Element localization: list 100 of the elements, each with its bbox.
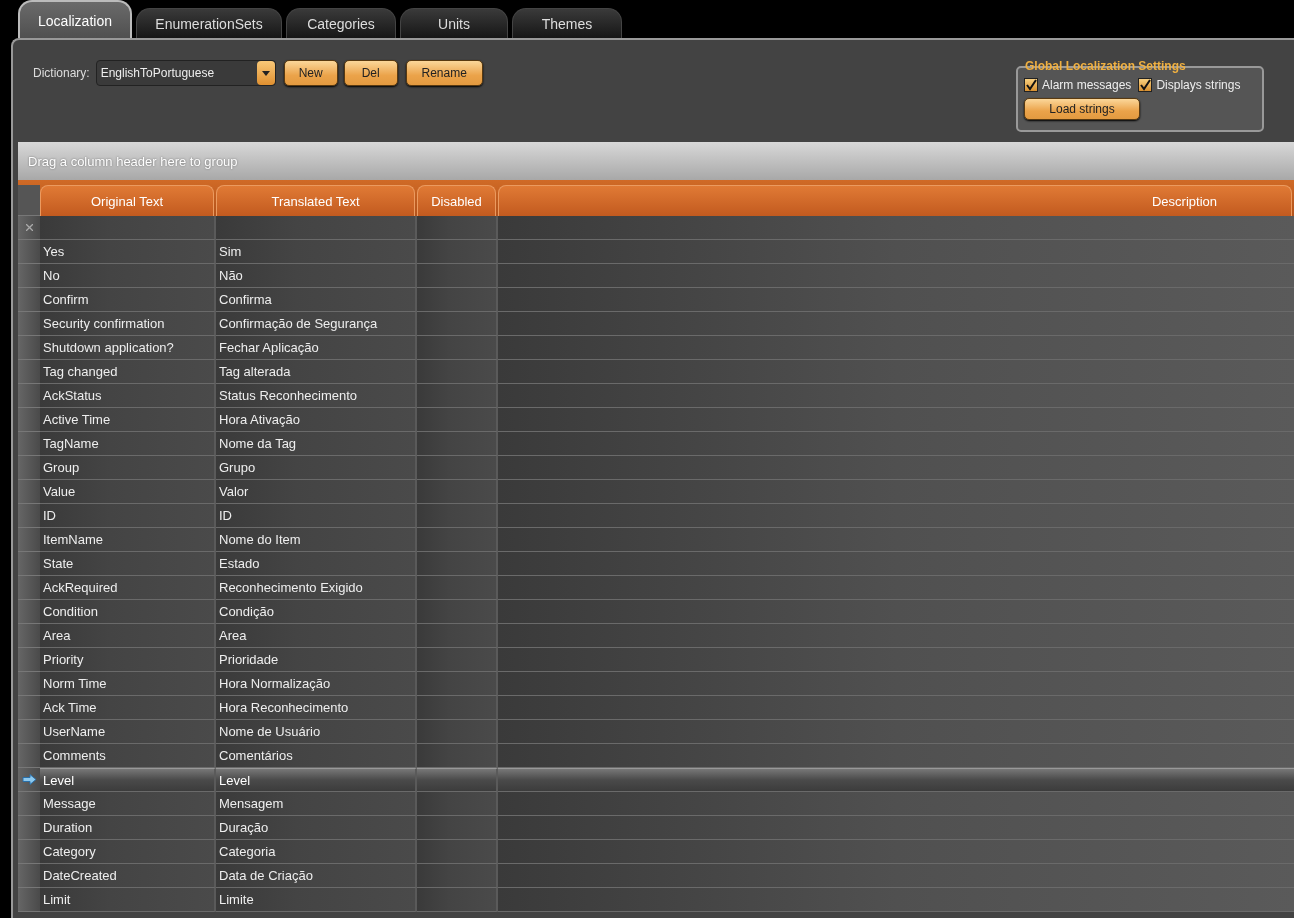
dictionary-dropdown[interactable]: EnglishToPortuguese bbox=[95, 60, 276, 86]
row-header[interactable] bbox=[18, 288, 40, 312]
table-cell: Shutdown application? bbox=[40, 336, 216, 360]
row-header[interactable] bbox=[18, 360, 40, 384]
row-header[interactable] bbox=[18, 672, 40, 696]
table-cell: Nome do Item bbox=[216, 528, 417, 552]
table-cell: Group bbox=[40, 456, 216, 480]
row-header[interactable] bbox=[18, 528, 40, 552]
selected-row[interactable]: Level Level bbox=[18, 768, 1294, 792]
current-row-arrow-icon bbox=[21, 774, 37, 785]
table-cell: Nome da Tag bbox=[216, 432, 417, 456]
table-cell: Hora Normalização bbox=[216, 672, 417, 696]
row-header[interactable] bbox=[18, 312, 40, 336]
toolbar-button[interactable]: Del bbox=[343, 60, 398, 86]
table-cell: State bbox=[40, 552, 216, 576]
row-header[interactable] bbox=[18, 744, 40, 768]
table-cell: Mensagem bbox=[216, 792, 417, 816]
checkbox[interactable] bbox=[1138, 78, 1153, 92]
table-cell: Valor bbox=[216, 480, 417, 504]
load-strings-button[interactable]: Load strings bbox=[1024, 98, 1140, 120]
table-cell[interactable] bbox=[417, 216, 498, 240]
table-cell: Area bbox=[216, 624, 417, 648]
row-header[interactable] bbox=[18, 408, 40, 432]
table-cell: Hora Ativação bbox=[216, 408, 417, 432]
row-header[interactable] bbox=[18, 768, 40, 792]
table-cell: No bbox=[40, 264, 216, 288]
table-cell: Level bbox=[216, 768, 417, 792]
table-cell: Confirm bbox=[40, 288, 216, 312]
tab[interactable]: Units bbox=[400, 8, 508, 38]
table-cell: Norm Time bbox=[40, 672, 216, 696]
column-header[interactable]: Translated Text bbox=[216, 185, 415, 216]
table-cell: Confirmação de Segurança bbox=[216, 312, 417, 336]
tab[interactable]: Localization bbox=[18, 0, 132, 38]
row-header[interactable] bbox=[18, 456, 40, 480]
table-cell: Category bbox=[40, 840, 216, 864]
row-header[interactable] bbox=[18, 600, 40, 624]
new-row-icon bbox=[25, 224, 33, 231]
row-header[interactable] bbox=[18, 336, 40, 360]
table-cell: Limite bbox=[216, 888, 417, 912]
row-header[interactable] bbox=[18, 384, 40, 408]
row-header[interactable] bbox=[18, 504, 40, 528]
row-header[interactable] bbox=[18, 552, 40, 576]
row-header[interactable] bbox=[18, 240, 40, 264]
table-cell: Limit bbox=[40, 888, 216, 912]
tab[interactable]: Categories bbox=[286, 8, 396, 38]
table-cell: Duração bbox=[216, 816, 417, 840]
table-cell: Value bbox=[40, 480, 216, 504]
row-header[interactable] bbox=[18, 864, 40, 888]
table-cell: Area bbox=[40, 624, 216, 648]
row-header[interactable] bbox=[18, 696, 40, 720]
row-header[interactable] bbox=[18, 816, 40, 840]
table-cell: Grupo bbox=[216, 456, 417, 480]
table-cell: Sim bbox=[216, 240, 417, 264]
table-cell: Categoria bbox=[216, 840, 417, 864]
table-cell[interactable] bbox=[216, 216, 417, 240]
table-cell: Priority bbox=[40, 648, 216, 672]
column-header[interactable]: Original Text bbox=[40, 185, 214, 216]
table-cell: Duration bbox=[40, 816, 216, 840]
table-cell: Level bbox=[40, 768, 216, 792]
table-cell: AckStatus bbox=[40, 384, 216, 408]
table-cell: Tag changed bbox=[40, 360, 216, 384]
row-header[interactable] bbox=[18, 840, 40, 864]
column-header[interactable]: Disabled bbox=[417, 185, 496, 216]
table-cell: AckRequired bbox=[40, 576, 216, 600]
row-header[interactable] bbox=[18, 480, 40, 504]
table-cell: Comments bbox=[40, 744, 216, 768]
table-cell: Confirma bbox=[216, 288, 417, 312]
table-cell: Estado bbox=[216, 552, 417, 576]
table-cell: DateCreated bbox=[40, 864, 216, 888]
checkbox[interactable] bbox=[1024, 78, 1038, 92]
row-header[interactable] bbox=[18, 792, 40, 816]
table-cell: ID bbox=[40, 504, 216, 528]
settings-title: Global Localization Settings bbox=[1025, 59, 1186, 73]
table-cell: Data de Criação bbox=[216, 864, 417, 888]
table-cell: Prioridade bbox=[216, 648, 417, 672]
row-header[interactable] bbox=[18, 576, 40, 600]
table-cell: ID bbox=[216, 504, 417, 528]
table-cell: Status Reconhecimento bbox=[216, 384, 417, 408]
table-cell[interactable] bbox=[40, 216, 216, 240]
tab[interactable]: Themes bbox=[512, 8, 622, 38]
toolbar-button[interactable]: Rename bbox=[405, 60, 483, 86]
toolbar-button[interactable]: New bbox=[283, 60, 338, 86]
checkbox-label: Alarm messages bbox=[1042, 78, 1132, 92]
column-header[interactable]: Description bbox=[498, 185, 1292, 216]
table-cell: Message bbox=[40, 792, 216, 816]
row-header[interactable] bbox=[18, 624, 40, 648]
table-cell: Security confirmation bbox=[40, 312, 216, 336]
table-cell: Yes bbox=[40, 240, 216, 264]
table-cell[interactable] bbox=[498, 216, 1294, 240]
table-cell: Nome de Usuário bbox=[216, 720, 417, 744]
row-header[interactable] bbox=[18, 648, 40, 672]
table-cell: ItemName bbox=[40, 528, 216, 552]
row-header[interactable] bbox=[18, 888, 40, 912]
table-cell: TagName bbox=[40, 432, 216, 456]
tab[interactable]: EnumerationSets bbox=[136, 8, 282, 38]
row-header[interactable] bbox=[18, 720, 40, 744]
row-header[interactable] bbox=[18, 432, 40, 456]
row-header[interactable] bbox=[18, 264, 40, 288]
dictionary-label: Dictionary: bbox=[33, 66, 90, 80]
table-cell: Ack Time bbox=[40, 696, 216, 720]
